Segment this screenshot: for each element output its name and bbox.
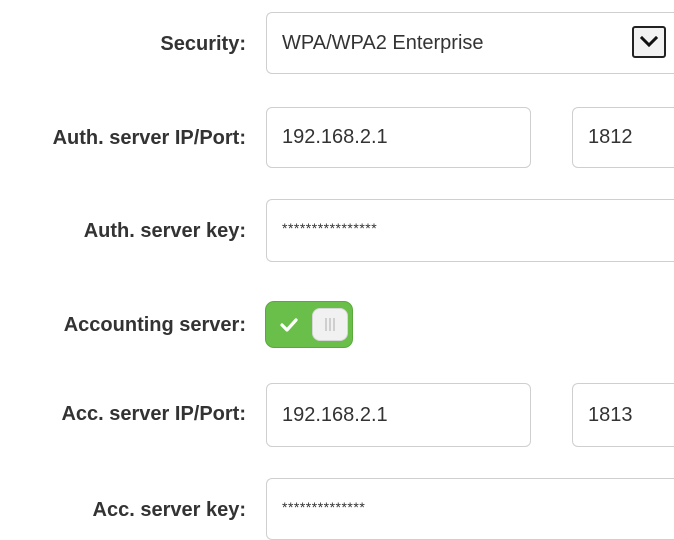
- acc-server-ip-value: 192.168.2.1: [282, 403, 388, 426]
- security-label: Security:: [160, 33, 246, 55]
- acc-key-input[interactable]: **************: [266, 478, 674, 540]
- grip-icon: [325, 318, 335, 331]
- acc-server-port-input[interactable]: 1813: [572, 383, 674, 447]
- acc-server-port-value: 1813: [588, 403, 633, 426]
- acc-key-label: Acc. server key:: [92, 499, 246, 521]
- auth-server-ip-value: 192.168.2.1: [282, 126, 388, 148]
- chevron-down-icon: [639, 35, 659, 48]
- security-select[interactable]: WPA/WPA2 Enterprise: [266, 12, 674, 74]
- security-select-value: WPA/WPA2 Enterprise: [282, 31, 484, 54]
- check-icon: [280, 318, 298, 332]
- acc-server-ip-input[interactable]: 192.168.2.1: [266, 383, 531, 447]
- auth-key-label: Auth. server key:: [83, 220, 246, 242]
- auth-server-port-input[interactable]: 1812: [572, 107, 674, 168]
- auth-server-ip-input[interactable]: 192.168.2.1: [266, 107, 531, 168]
- toggle-knob: [312, 308, 348, 341]
- auth-key-value: ****************: [282, 220, 378, 236]
- auth-server-label: Auth. server IP/Port:: [52, 127, 246, 149]
- acc-key-value: **************: [282, 499, 366, 515]
- accounting-toggle[interactable]: [265, 301, 353, 348]
- acc-server-label: Acc. server IP/Port:: [61, 403, 246, 425]
- dropdown-button[interactable]: [632, 26, 666, 58]
- auth-key-input[interactable]: ****************: [266, 199, 674, 262]
- auth-server-port-value: 1812: [588, 126, 633, 148]
- accounting-label: Accounting server:: [63, 314, 246, 336]
